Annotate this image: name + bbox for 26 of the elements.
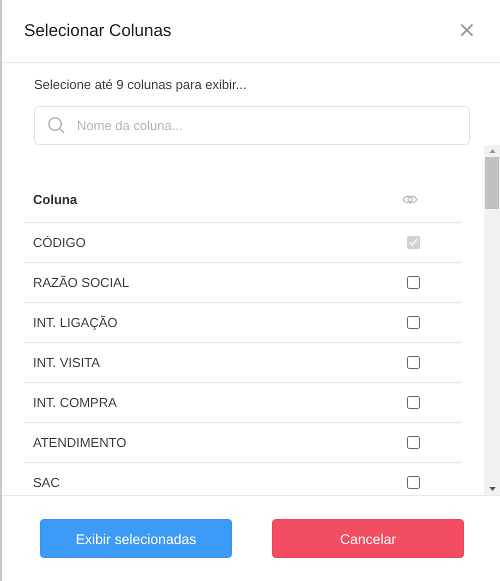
close-button[interactable]: × bbox=[454, 20, 480, 42]
column-name: INT. VISITA bbox=[33, 355, 100, 370]
column-checkbox[interactable] bbox=[407, 276, 420, 289]
column-checkbox[interactable] bbox=[407, 476, 420, 489]
column-name: ATENDIMENTO bbox=[33, 435, 126, 450]
dialog-title: Selecionar Colunas bbox=[24, 21, 172, 41]
scrollbar[interactable] bbox=[484, 145, 500, 495]
column-name: CÓDIGO bbox=[33, 235, 86, 250]
dialog-button[interactable]: Exibir selecionadas bbox=[40, 519, 232, 558]
column-checkbox[interactable] bbox=[407, 356, 420, 369]
scroll-down-icon[interactable] bbox=[488, 487, 496, 491]
eye-icon bbox=[402, 194, 418, 204]
column-checkbox[interactable] bbox=[407, 436, 420, 449]
dialog-button[interactable]: Cancelar bbox=[272, 519, 464, 558]
search-icon bbox=[47, 116, 66, 135]
column-checkbox[interactable] bbox=[407, 316, 420, 329]
column-header: Coluna bbox=[33, 192, 78, 206]
hint-text: Selecione até 9 colunas para exibir... bbox=[34, 77, 248, 92]
column-name: INT. LIGAÇÃO bbox=[33, 315, 118, 330]
column-checkbox[interactable] bbox=[407, 396, 420, 409]
search-field[interactable]: Nome da coluna... bbox=[34, 106, 470, 145]
scrollbar-thumb[interactable] bbox=[485, 157, 499, 209]
scroll-up-icon[interactable] bbox=[488, 149, 496, 153]
column-name: INT. COMPRA bbox=[33, 395, 117, 410]
column-name: RAZÃO SOCIAL bbox=[33, 275, 130, 290]
column-name: SAC bbox=[33, 475, 60, 490]
